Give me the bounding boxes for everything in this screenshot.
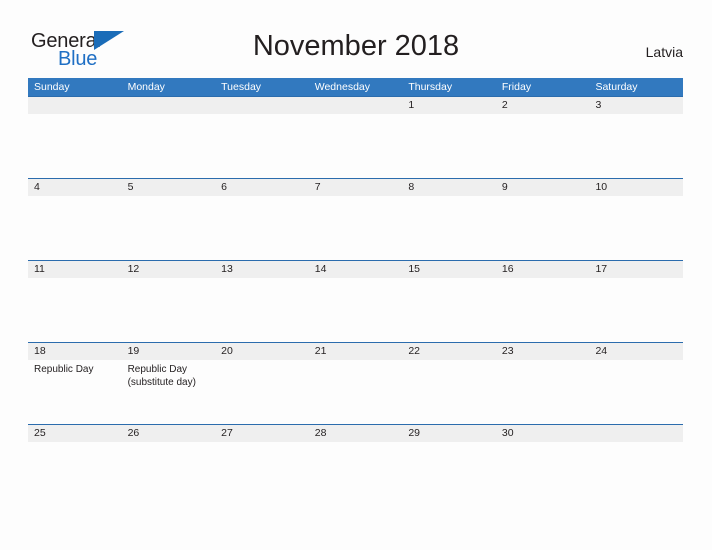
day-number: 14 <box>314 263 327 275</box>
day-cell[interactable]: 3 <box>589 97 683 178</box>
day-number: 28 <box>314 427 327 439</box>
day-cell[interactable]: 15 <box>402 261 496 342</box>
day-cell[interactable]: 30 <box>496 425 590 525</box>
day-events: Republic Day <box>34 364 122 377</box>
day-cell[interactable]: 29 <box>402 425 496 525</box>
weekday-header-monday: Monday <box>127 81 165 93</box>
day-number: 1 <box>408 99 415 111</box>
weekday-header-wednesday: Wednesday <box>314 81 370 93</box>
day-cell[interactable]: 12 <box>122 261 216 342</box>
day-cell[interactable]: 13 <box>215 261 309 342</box>
day-cell[interactable]: 24 <box>589 343 683 424</box>
day-number: 26 <box>127 427 140 439</box>
day-number: 25 <box>34 427 46 439</box>
event-label: Republic Day (substitute day) <box>127 364 196 388</box>
day-number: 17 <box>595 263 608 275</box>
day-cell[interactable] <box>28 97 122 178</box>
day-cell[interactable]: 6 <box>215 179 309 260</box>
calendar-week-row: 11 12 13 14 15 16 17 <box>28 260 683 342</box>
day-cell[interactable]: 27 <box>215 425 309 525</box>
page-header: General Blue November 2018 Latvia <box>0 0 712 76</box>
day-number: 7 <box>314 181 321 193</box>
day-number: 4 <box>34 181 40 193</box>
day-cell[interactable] <box>215 97 309 178</box>
calendar-week-row: 1 2 3 <box>28 96 683 178</box>
day-number: 11 <box>34 263 45 275</box>
day-number: 16 <box>501 263 514 275</box>
weekday-header-sunday: Sunday <box>34 81 70 93</box>
page-title: November 2018 <box>252 30 460 62</box>
day-cell[interactable] <box>122 97 216 178</box>
day-cell[interactable]: 8 <box>402 179 496 260</box>
day-number: 24 <box>595 345 608 357</box>
weekday-header-tuesday: Tuesday <box>221 81 262 93</box>
day-number: 3 <box>595 99 602 111</box>
calendar-week-row: 4 5 6 7 8 9 10 <box>28 178 683 260</box>
day-number: 2 <box>501 99 508 111</box>
day-number <box>128 97 216 114</box>
day-number: 29 <box>408 427 420 439</box>
event-label: Republic Day <box>34 364 94 375</box>
day-cell[interactable]: 25 <box>28 425 122 525</box>
day-cell[interactable]: 18 Republic Day <box>28 343 122 424</box>
country-label: Latvia <box>645 44 683 60</box>
day-number: 30 <box>501 427 514 439</box>
day-number: 6 <box>221 181 227 193</box>
weekday-header-row: Sunday Monday Tuesday Wednesday Thursday… <box>28 78 683 96</box>
day-number: 9 <box>501 181 508 193</box>
day-cell[interactable]: 21 <box>309 343 403 424</box>
day-cell[interactable] <box>589 425 683 525</box>
day-number: 18 <box>34 345 46 357</box>
day-events: Republic Day (substitute day) <box>128 364 216 389</box>
day-number: 20 <box>221 345 233 357</box>
day-cell[interactable]: 16 <box>496 261 590 342</box>
day-number: 8 <box>408 181 415 193</box>
weekday-header-thursday: Thursday <box>408 81 453 93</box>
day-cell[interactable]: 23 <box>496 343 590 424</box>
day-cell[interactable]: 28 <box>309 425 403 525</box>
day-cell[interactable]: 14 <box>309 261 403 342</box>
day-cell[interactable]: 7 <box>309 179 403 260</box>
calendar-week-row: 18 Republic Day 19 Republic Day (substit… <box>28 342 683 424</box>
weekday-header-friday: Friday <box>501 81 532 93</box>
day-number: 10 <box>595 181 608 193</box>
day-cell[interactable]: 9 <box>496 179 590 260</box>
day-cell[interactable]: 2 <box>496 97 590 178</box>
calendar-week-row: 25 26 27 28 29 30 <box>28 424 683 525</box>
day-cell[interactable]: 10 <box>589 179 683 260</box>
calendar-page: General Blue November 2018 Latvia Sunday… <box>0 0 712 550</box>
day-number: 12 <box>127 263 140 275</box>
day-number <box>315 97 403 114</box>
day-cell[interactable]: 11 <box>28 261 122 342</box>
day-number <box>595 425 683 442</box>
day-number: 27 <box>221 427 233 439</box>
day-cell[interactable]: 19 Republic Day (substitute day) <box>122 343 216 424</box>
day-number: 21 <box>314 345 327 357</box>
day-number: 13 <box>221 263 233 275</box>
day-cell[interactable]: 26 <box>122 425 216 525</box>
day-number: 19 <box>127 345 140 357</box>
day-cell[interactable]: 1 <box>402 97 496 178</box>
day-number: 5 <box>127 181 134 193</box>
day-number <box>221 97 309 114</box>
day-cell[interactable] <box>309 97 403 178</box>
day-cell[interactable]: 22 <box>402 343 496 424</box>
day-number <box>34 97 122 114</box>
day-cell[interactable]: 5 <box>122 179 216 260</box>
day-cell[interactable]: 17 <box>589 261 683 342</box>
calendar-table: Sunday Monday Tuesday Wednesday Thursday… <box>28 78 683 525</box>
day-cell[interactable]: 4 <box>28 179 122 260</box>
day-number: 22 <box>408 345 420 357</box>
day-cell[interactable]: 20 <box>215 343 309 424</box>
day-number: 15 <box>408 263 420 275</box>
weekday-header-saturday: Saturday <box>595 81 638 93</box>
day-number: 23 <box>501 345 514 357</box>
